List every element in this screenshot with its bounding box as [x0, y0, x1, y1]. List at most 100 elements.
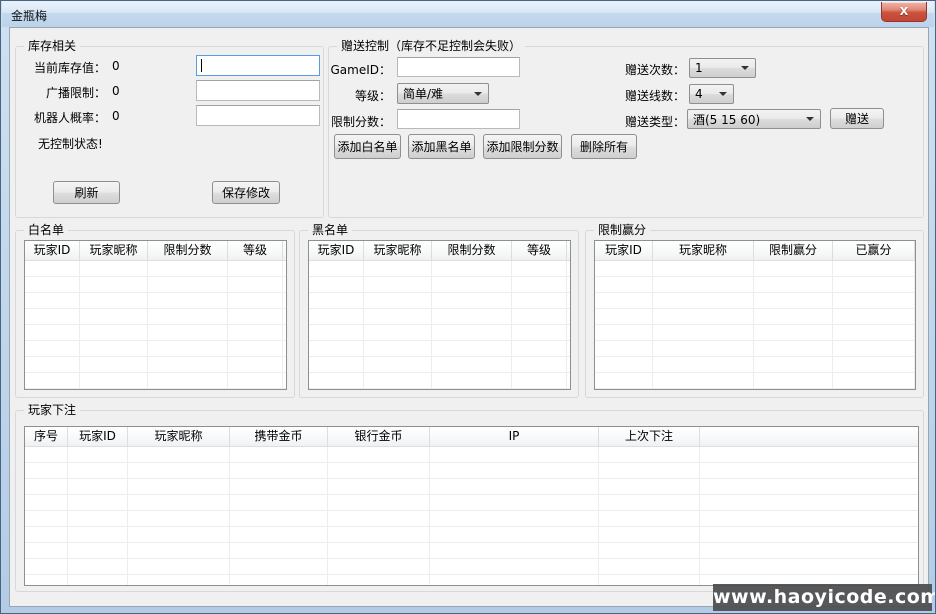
col-filler [700, 427, 918, 446]
col-carry-coins[interactable]: 携带金币 [230, 427, 328, 446]
chevron-down-icon [741, 66, 749, 70]
limit-win-groupbox-title: 限制赢分 [594, 222, 650, 238]
robot-probability-label: 机器人概率： [22, 109, 106, 126]
blacklist-table-body[interactable] [309, 261, 570, 389]
save-changes-button[interactable]: 保存修改 [212, 181, 280, 204]
whitelist-table-body[interactable] [25, 261, 286, 389]
inventory-groupbox-title: 库存相关 [24, 38, 80, 54]
current-inventory-label: 当前库存值： [22, 59, 106, 76]
whitelist-table-header: 玩家ID 玩家昵称 限制分数 等级 [25, 241, 286, 261]
gift-control-groupbox-title: 赠送控制（库存不足控制会失败） [337, 38, 525, 54]
col-level[interactable]: 等级 [512, 241, 567, 260]
player-bets-table-body[interactable] [25, 447, 918, 585]
whitelist-table: 玩家ID 玩家昵称 限制分数 等级 [24, 240, 287, 390]
col-won-score[interactable]: 已赢分 [833, 241, 915, 260]
col-player-id[interactable]: 玩家ID [595, 241, 653, 260]
limit-win-table-header: 玩家ID 玩家昵称 限制赢分 已赢分 [595, 241, 915, 261]
col-limit-score[interactable]: 限制分数 [432, 241, 512, 260]
robot-probability-input[interactable] [196, 105, 320, 126]
gameid-label: GameID： [329, 61, 391, 78]
limit-win-table-body[interactable] [595, 261, 915, 389]
body-col [68, 447, 128, 585]
close-button[interactable]: X [881, 2, 927, 22]
col-index[interactable]: 序号 [25, 427, 68, 446]
body-col [328, 447, 430, 585]
limit-win-table: 玩家ID 玩家昵称 限制赢分 已赢分 [594, 240, 916, 390]
col-player-id[interactable]: 玩家ID [68, 427, 128, 446]
col-nickname[interactable]: 玩家昵称 [364, 241, 432, 260]
whitelist-groupbox: 白名单 玩家ID 玩家昵称 限制分数 等级 [15, 230, 295, 398]
blacklist-table-header: 玩家ID 玩家昵称 限制分数 等级 [309, 241, 570, 261]
limit-score-input[interactable] [397, 109, 520, 129]
col-nickname[interactable]: 玩家昵称 [80, 241, 148, 260]
gift-type-select-value: 酒(5 15 60) [693, 111, 760, 128]
body-col [228, 261, 283, 389]
current-inventory-input[interactable] [196, 55, 320, 76]
refresh-button[interactable]: 刷新 [53, 181, 120, 204]
add-whitelist-button[interactable]: 添加白名单 [334, 134, 401, 159]
body-col [700, 447, 918, 585]
body-col [599, 447, 700, 585]
body-col [230, 447, 328, 585]
body-col [512, 261, 567, 389]
current-inventory-value: 0 [112, 59, 120, 73]
gift-button[interactable]: 赠送 [830, 108, 884, 129]
inventory-groupbox: 库存相关 当前库存值： 0 广播限制： 0 机器人概率： 0 无控制状态! 刷新… [15, 46, 324, 218]
limit-win-groupbox: 限制赢分 玩家ID 玩家昵称 限制赢分 已赢分 [585, 230, 924, 398]
col-level[interactable]: 等级 [228, 241, 283, 260]
level-select[interactable]: 简单/难 [397, 83, 489, 104]
client-area: 库存相关 当前库存值： 0 广播限制： 0 机器人概率： 0 无控制状态! 刷新… [9, 27, 929, 607]
body-col [80, 261, 148, 389]
add-limit-score-button[interactable]: 添加限制分数 [483, 134, 562, 159]
col-player-id[interactable]: 玩家ID [309, 241, 364, 260]
delete-all-button[interactable]: 删除所有 [571, 134, 637, 159]
body-col [595, 261, 653, 389]
gift-lines-select-value: 4 [695, 87, 703, 101]
col-nickname[interactable]: 玩家昵称 [128, 427, 230, 446]
body-col [309, 261, 364, 389]
player-bets-groupbox: 玩家下注 序号 玩家ID 玩家昵称 携带金币 银行金币 IP 上次下注 [15, 410, 924, 592]
body-col [283, 261, 286, 389]
col-last-bet[interactable]: 上次下注 [599, 427, 700, 446]
close-icon: X [900, 5, 908, 18]
col-ip[interactable]: IP [430, 427, 599, 446]
col-bank-coins[interactable]: 银行金币 [328, 427, 430, 446]
gift-times-select-value: 1 [695, 61, 703, 75]
level-select-value: 简单/难 [403, 85, 443, 102]
broadcast-limit-input[interactable] [196, 80, 320, 101]
gift-lines-select[interactable]: 4 [689, 84, 734, 104]
body-col [148, 261, 228, 389]
col-player-id[interactable]: 玩家ID [25, 241, 80, 260]
title-bar[interactable]: 金瓶梅 [2, 1, 934, 27]
col-limit-win[interactable]: 限制赢分 [754, 241, 833, 260]
robot-probability-value: 0 [112, 109, 120, 123]
col-filler [283, 241, 286, 260]
text-cursor [201, 59, 202, 72]
body-col [653, 261, 754, 389]
chevron-down-icon [806, 117, 814, 121]
whitelist-groupbox-title: 白名单 [24, 222, 68, 238]
body-col [25, 261, 80, 389]
blacklist-groupbox: 黑名单 玩家ID 玩家昵称 限制分数 等级 [299, 230, 579, 398]
body-col [754, 261, 833, 389]
control-status-text: 无控制状态! [38, 135, 103, 152]
body-col [567, 261, 570, 389]
gift-times-select[interactable]: 1 [689, 58, 756, 78]
app-window: 金瓶梅 X 库存相关 当前库存值： 0 广播限制： 0 机器人概率： 0 无控制… [0, 0, 936, 614]
player-bets-table-header: 序号 玩家ID 玩家昵称 携带金币 银行金币 IP 上次下注 [25, 427, 918, 447]
broadcast-limit-value: 0 [112, 84, 120, 98]
body-col [128, 447, 230, 585]
col-limit-score[interactable]: 限制分数 [148, 241, 228, 260]
body-col [833, 261, 915, 389]
gift-type-select[interactable]: 酒(5 15 60) [687, 109, 821, 129]
col-nickname[interactable]: 玩家昵称 [653, 241, 754, 260]
gift-control-groupbox: 赠送控制（库存不足控制会失败） GameID： 等级： 简单/难 限制分数： 添… [328, 46, 924, 218]
gift-type-label: 赠送类型： [599, 113, 685, 130]
col-filler [567, 241, 570, 260]
chevron-down-icon [474, 92, 482, 96]
gameid-input[interactable] [397, 57, 520, 77]
body-col [25, 447, 68, 585]
add-blacklist-button[interactable]: 添加黑名单 [408, 134, 475, 159]
gift-lines-label: 赠送线数： [599, 87, 685, 104]
blacklist-groupbox-title: 黑名单 [308, 222, 352, 238]
